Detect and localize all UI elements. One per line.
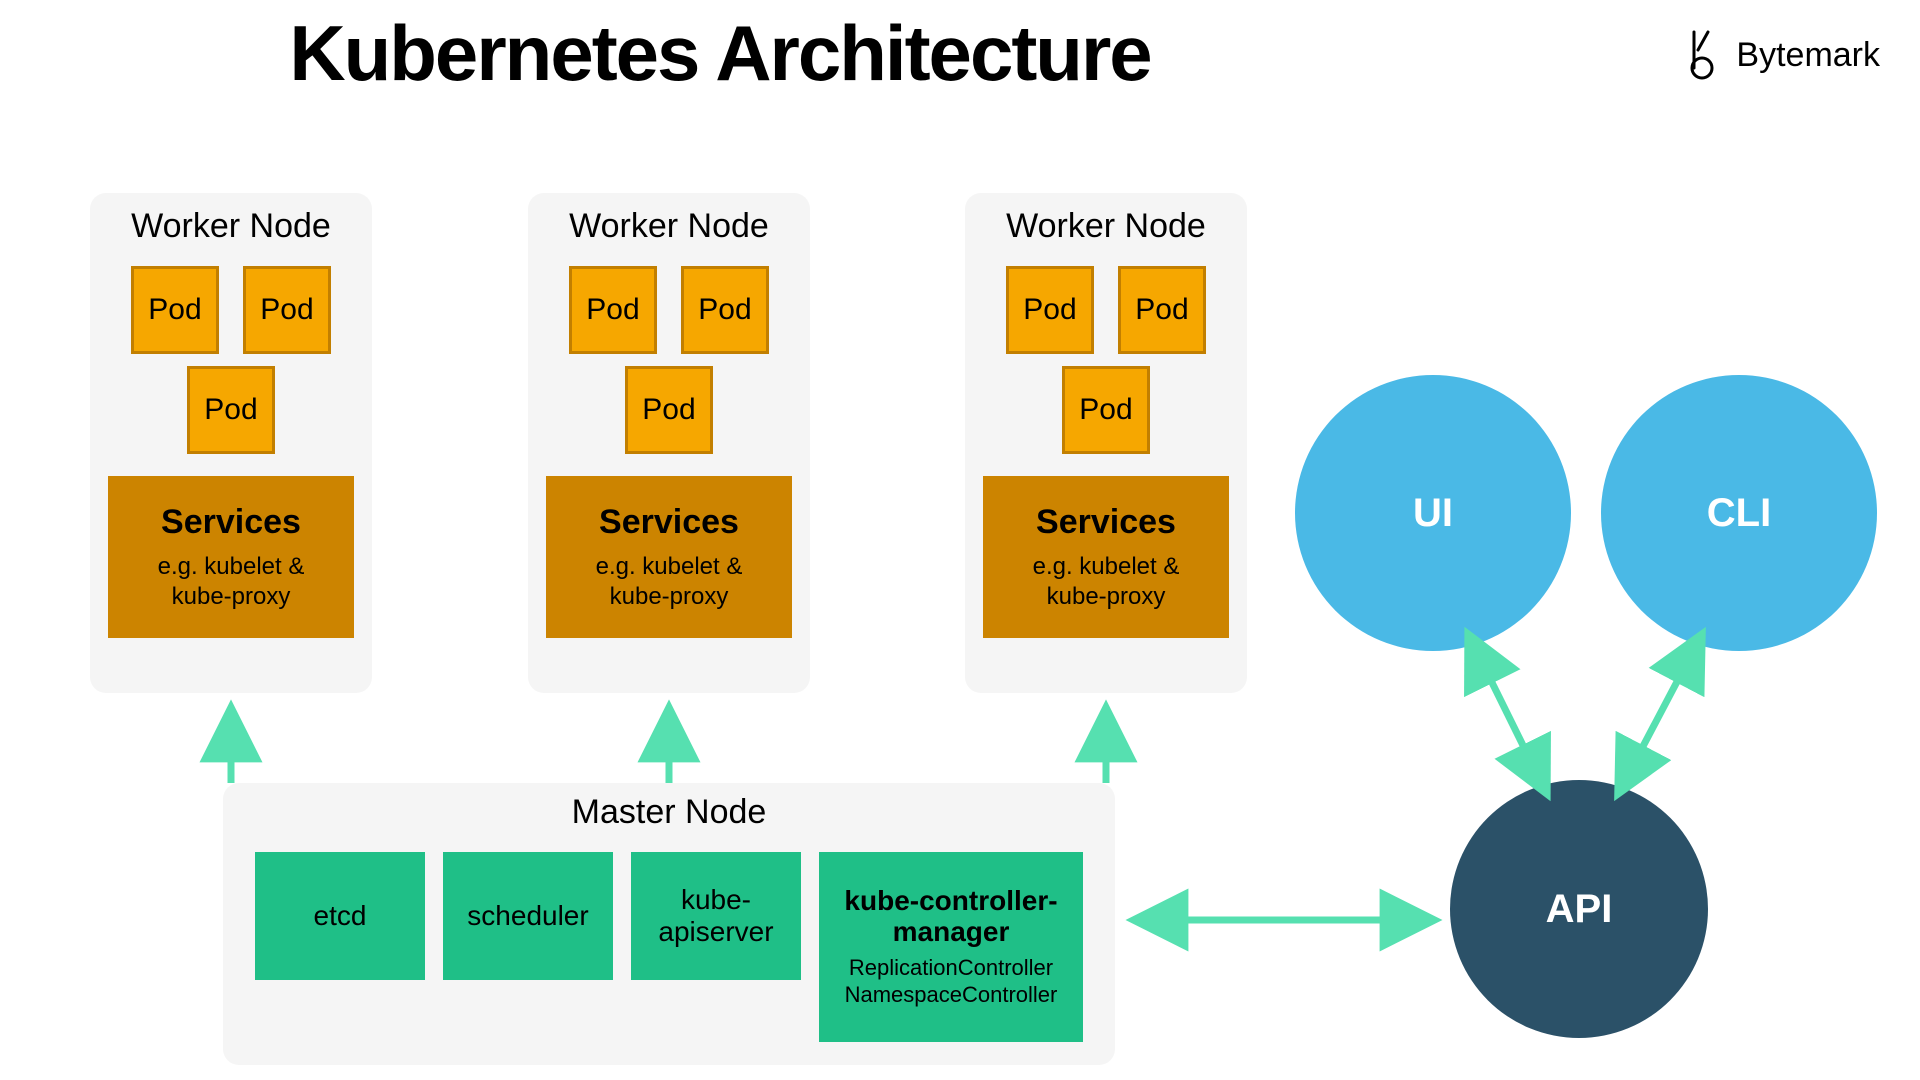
worker-title: Worker Node [965,207,1247,246]
pod-box: Pod [625,366,713,454]
pod-box: Pod [187,366,275,454]
cli-circle: CLI [1601,375,1877,651]
services-box: Services e.g. kubelet & kube-proxy [983,476,1229,638]
master-kcm: kube-controller-manager ReplicationContr… [819,852,1083,1042]
pod-box: Pod [1118,266,1206,354]
worker-title: Worker Node [528,207,810,246]
brand-text: Bytemark [1736,36,1880,75]
services-title: Services [599,503,739,542]
master-scheduler: scheduler [443,852,613,980]
master-node: Master Node etcd scheduler kube- apiserv… [223,783,1115,1065]
pod-box: Pod [569,266,657,354]
master-etcd: etcd [255,852,425,980]
arrow-cli-api [1620,638,1700,790]
services-title: Services [161,503,301,542]
apiserver-line1: kube- [681,884,751,916]
apiserver-line2: apiserver [658,916,773,948]
master-apiserver: kube- apiserver [631,852,801,980]
worker-node-2: Worker Node Pod Pod Pod Services e.g. ku… [528,193,810,693]
services-desc: e.g. kubelet & [158,552,305,582]
services-desc: kube-proxy [172,582,291,612]
pod-box: Pod [1006,266,1094,354]
brand-logo: Bytemark [1684,30,1880,80]
pod-box: Pod [681,266,769,354]
pod-box: Pod [243,266,331,354]
kcm-sub1: ReplicationController [849,955,1053,981]
kcm-title: kube-controller-manager [827,886,1075,948]
worker-node-3: Worker Node Pod Pod Pod Services e.g. ku… [965,193,1247,693]
services-desc: e.g. kubelet & [1033,552,1180,582]
services-desc: kube-proxy [1047,582,1166,612]
kcm-sub2: NamespaceController [845,982,1058,1008]
services-desc: e.g. kubelet & [596,552,743,582]
services-box: Services e.g. kubelet & kube-proxy [546,476,792,638]
services-desc: kube-proxy [610,582,729,612]
bytemark-icon [1684,30,1724,80]
services-box: Services e.g. kubelet & kube-proxy [108,476,354,638]
pod-box: Pod [131,266,219,354]
diagram-title: Kubernetes Architecture [0,8,1440,99]
worker-node-1: Worker Node Pod Pod Pod Services e.g. ku… [90,193,372,693]
master-title: Master Node [223,793,1115,832]
ui-circle: UI [1295,375,1571,651]
arrow-ui-api [1470,638,1545,790]
services-title: Services [1036,503,1176,542]
api-circle: API [1450,780,1708,1038]
worker-title: Worker Node [90,207,372,246]
pod-box: Pod [1062,366,1150,454]
